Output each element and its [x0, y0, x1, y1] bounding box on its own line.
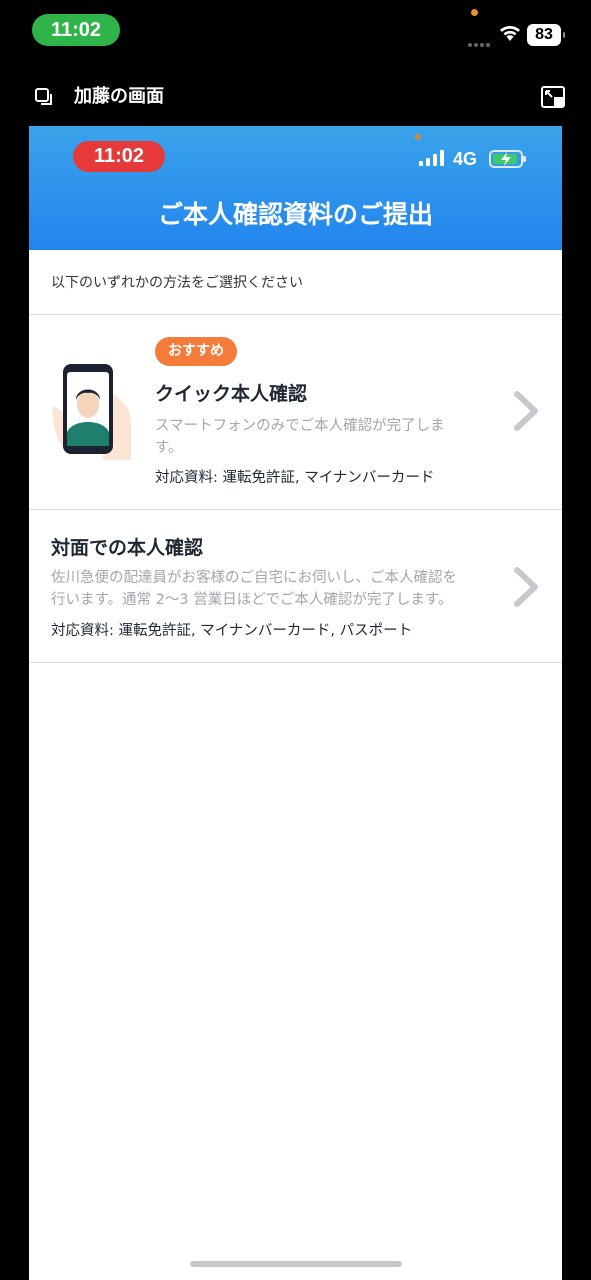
screen-share-icon [34, 87, 54, 111]
option-description-line-1: 佐川急便の配達員がお客様のご自宅にお伺いし、ご本人確認を [51, 570, 457, 586]
expand-window-icon[interactable] [540, 85, 566, 113]
cellular-signal-icon [468, 32, 492, 51]
option-title: 対面での本人確認 [51, 537, 204, 559]
signal-bars-icon [419, 150, 447, 170]
inner-status-time: 11:02 [73, 141, 165, 172]
instruction-text: 以下のいずれかの方法をご選択ください [51, 275, 303, 291]
option-description-line-2: す。 [155, 440, 183, 456]
battery-level: 83 [527, 24, 565, 46]
recommended-badge: おすすめ [155, 337, 237, 366]
privacy-indicator-dot [471, 9, 478, 16]
supported-documents: 対応資料: 運転免許証, マイナンバーカード, パスポート [51, 623, 413, 639]
privacy-indicator-dot [415, 134, 421, 140]
page-title: ご本人確認資料のご提出 [157, 200, 433, 229]
shared-screen: 11:02 4G ご本人確認資料のご提出 以下のいずれかの方法をご選択ください … [29, 126, 562, 1280]
charging-battery-icon [489, 150, 527, 172]
outer-status-time: 11:02 [32, 14, 120, 46]
chevron-right-icon [511, 566, 541, 612]
shared-screen-title: 加藤の画面 [74, 86, 164, 107]
phone-selfie-illustration [51, 362, 133, 466]
option-title: クイック本人確認 [155, 383, 308, 405]
chevron-right-icon [511, 390, 541, 436]
page-header: 11:02 4G ご本人確認資料のご提出 [29, 126, 562, 250]
home-indicator[interactable] [190, 1261, 402, 1267]
divider [29, 662, 562, 663]
option-description-line-2: 行います。通常 2～3 営業日ほどでご本人確認が完了します。 [51, 592, 453, 608]
network-type: 4G [453, 149, 478, 169]
supported-documents: 対応資料: 運転免許証, マイナンバーカード [155, 470, 435, 486]
option-description-line-1: スマートフォンのみでご本人確認が完了しま [155, 418, 445, 434]
wifi-icon [499, 24, 521, 46]
device-frame: 11:02 83 加藤の画面 11:02 4G ご本人確認資料のご提出 以下のい… [0, 0, 591, 1280]
